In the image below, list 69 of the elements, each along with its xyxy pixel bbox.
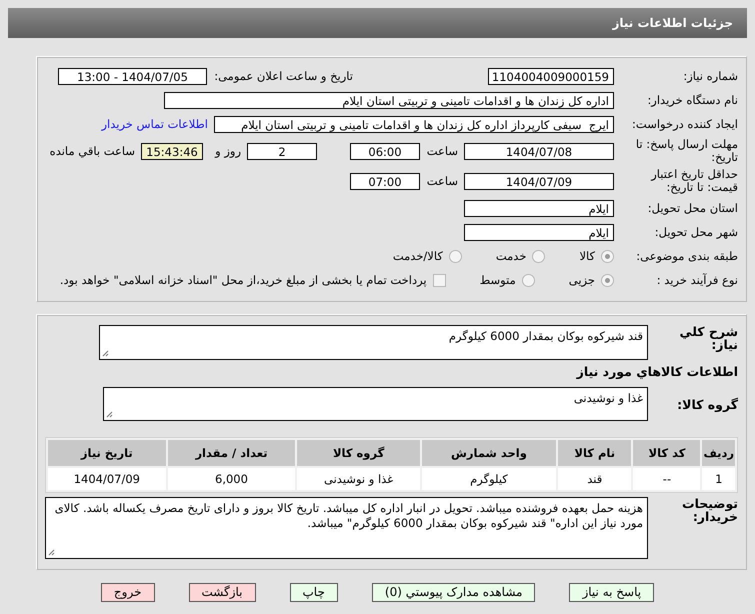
column-header: گروه کالا [297,440,420,466]
field-value: 1404/07/09 [464,172,614,190]
field-value: ایلام [464,200,614,216]
field-label: تاریخ و ساعت اعلان عمومی: [213,70,353,82]
column-header: واحد شمارش [422,440,556,466]
field-value: 06:00 [350,142,420,160]
field-value: 2 [247,142,317,160]
resize-grip-icon[interactable] [102,350,109,357]
field-label: ساعت [426,174,458,188]
field-value: 07:00 [350,172,420,190]
field-label: نام دستگاه خریدار: [646,94,738,106]
field-label: ساعت باقي مانده [48,144,135,158]
radio-label: جزیی [568,273,595,287]
description-field[interactable]: قند شیرکوه بوکان بمقدار 6000 کیلوگرم [99,325,648,360]
table-cell: -- [633,468,700,490]
notes-field[interactable]: هزینه حمل بعهده فروشنده میباشد. تحویل در انبار اداره کل میباشد. تاریخ کالا بروز و دارای تاریخ مصرف یکساله باشد. کالای مورد نیاز این اداره" قند شیرکوه بوکان بمقدار 6000 کیلوگرم" میباشد. [45,497,648,559]
field-label: توضیحات خریدار: [681,497,738,523]
field-label: روز و [214,144,241,158]
radio-button[interactable] [532,250,546,262]
radio-label: کالا/خدمت [392,249,443,263]
radio-label: خدمت [496,249,526,263]
field-label: طبقه بندی موضوعی: [635,250,738,262]
group-field[interactable]: غذا و نوشیدنی [103,387,648,421]
field-value: 1404/07/08 [464,142,614,160]
field-value: 1104004009000159 [488,68,614,84]
radio-button[interactable] [522,274,535,286]
action-button[interactable]: بازگشت [188,583,256,602]
action-button[interactable]: مشاهده مدارک پیوستي (0) [372,583,536,602]
field-value: ایرج سیفی کارپرداز اداره کل زندان ها و اقدامات تامینی و تربیتی استان ایلام [214,116,614,132]
page-header: جزئیات اطلاعات نیاز [8,8,747,38]
checkbox[interactable] [432,274,446,286]
field-label: شهر محل تحویل: [654,226,738,238]
section-title: اطلاعات کالاهاي مورد نياز [575,364,738,379]
action-button[interactable]: خروج [100,583,154,602]
field-label: گروه کالا: [676,398,738,410]
field-label: شرح کلي نياز: [678,325,738,351]
table-cell: قند [558,468,632,490]
radio-button[interactable] [601,274,614,286]
column-header: کد کالا [633,440,700,466]
table-cell: 6,000 [168,468,296,490]
field-value: ایلام [464,224,614,240]
column-header: تعداد / مقدار [168,440,296,466]
action-button[interactable]: پاسخ به نیاز [569,583,654,602]
radio-button[interactable] [448,250,462,262]
field-value: 1404/07/05 - 13:00 [58,68,207,84]
checkbox-label: پرداخت تمام یا بخشی از مبلغ خرید،از محل "اسناد خزانه اسلامی" خواهد بود. [60,273,427,287]
resize-grip-icon[interactable] [48,549,55,556]
field-value: اداره کل زندان ها و اقدامات تامینی و تربیتی استان ایلام [164,92,614,108]
action-button[interactable]: چاپ [290,583,338,602]
field-label: مهلت ارسال پاسخ: تا تاریخ: [634,138,738,164]
countdown-field: 15:43:46 [141,142,203,160]
field-label: شماره نیاز: [682,70,738,82]
column-header: تاریخ نیاز [48,440,166,466]
table-cell: غذا و نوشیدنی [297,468,420,490]
field-label: نوع فرآیند خرید : [656,274,738,286]
table-cell: کیلوگرم [422,468,556,490]
radio-label: متوسط [480,273,516,287]
field-label: ساعت [426,144,458,158]
field-label: ایجاد کننده درخواست: [631,118,738,130]
contact-link[interactable]: اطلاعات تماس خریدار [101,117,208,131]
field-label: استان محل تحویل: [646,202,738,214]
column-header: نام کالا [558,440,632,466]
column-header: ردیف [702,440,735,466]
radio-button[interactable] [601,250,614,262]
resize-grip-icon[interactable] [106,411,113,418]
radio-label: کالا [579,249,595,263]
table-cell: 1404/07/09 [48,468,166,490]
table-cell: 1 [702,468,735,490]
field-label: حداقل تاریخ اعتبار قیمت: تا تاریخ: [650,168,738,194]
